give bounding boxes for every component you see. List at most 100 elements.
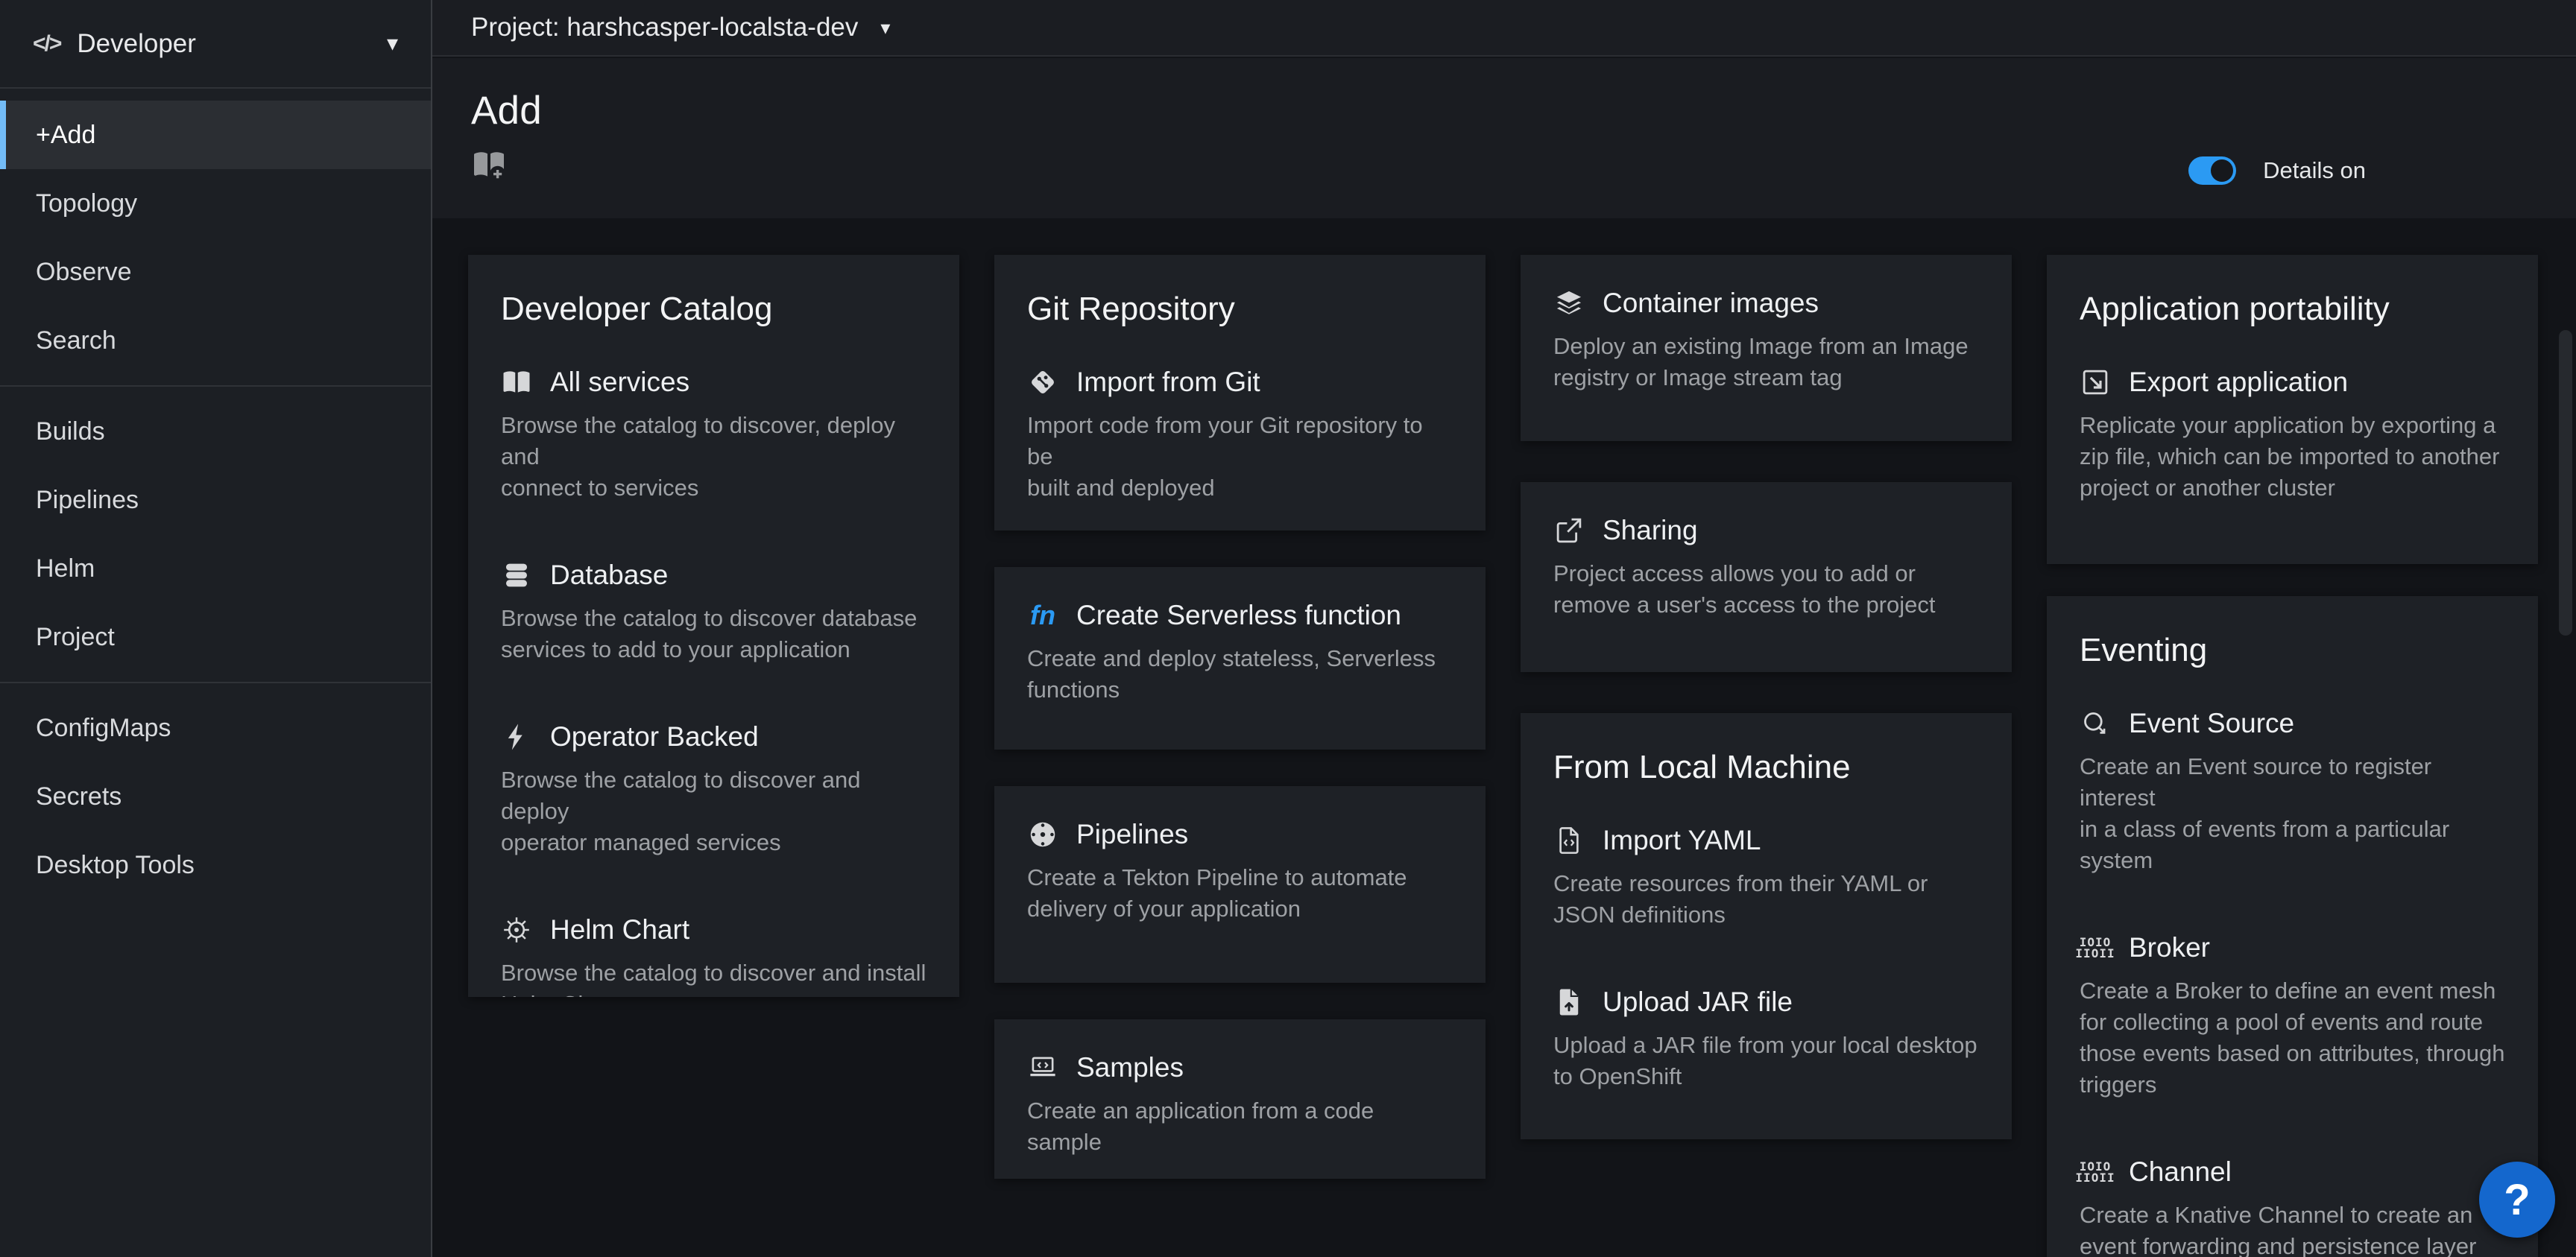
list-item: Export application Replicate your applic… xyxy=(2080,367,2505,504)
add-item-sharing[interactable]: Sharing xyxy=(1553,515,1979,546)
scrollbar-thumb[interactable] xyxy=(2559,330,2572,636)
list-item: Helm Chart Browse the catalog to discove… xyxy=(501,914,926,997)
add-item-channel[interactable]: IOIOIIOII Channel xyxy=(2080,1156,2505,1188)
item-title: Event Source xyxy=(2129,708,2294,739)
project-selector[interactable]: Project: harshcasper-localsta-dev ▾ xyxy=(471,13,890,42)
card-eventing: Eventing Event Source xyxy=(2047,596,2538,1257)
item-description: Browse the catalog to discover and deplo… xyxy=(501,764,926,858)
card-title: Developer Catalog xyxy=(501,291,926,328)
add-item-broker[interactable]: IOIOIIOII Broker xyxy=(2080,932,2505,963)
add-item-helm-chart[interactable]: Helm Chart xyxy=(501,914,926,946)
item-title: Database xyxy=(550,560,668,591)
card-pipelines: Pipelines Create a Tekton Pipeline to au… xyxy=(994,786,1486,983)
card-column-1: Developer Catalog All services Browse th… xyxy=(468,255,959,1257)
add-item-event-source[interactable]: Event Source xyxy=(2080,708,2505,739)
main-area: Project: harshcasper-localsta-dev ▾ Add … xyxy=(432,0,2576,1257)
sidebar-item-label: Pipelines xyxy=(36,486,139,515)
item-title: Pipelines xyxy=(1076,819,1188,850)
list-item: Sharing Project access allows you to add… xyxy=(1553,515,1979,621)
sidebar-divider xyxy=(0,385,431,387)
export-icon xyxy=(2080,367,2111,398)
sidebar-item-label: Builds xyxy=(36,417,105,446)
sidebar-item-label: Search xyxy=(36,326,116,355)
database-icon xyxy=(501,560,532,591)
item-description: Create a Broker to define an event mesh … xyxy=(2080,975,2505,1101)
sidebar-item-builds[interactable]: Builds xyxy=(0,397,431,466)
item-description: Create and deploy stateless, Serverless … xyxy=(1027,643,1453,706)
card-container-images: Container images Deploy an existing Imag… xyxy=(1521,255,2012,441)
item-description: Create resources from their YAML or JSON… xyxy=(1553,868,1979,931)
book-plus-icon[interactable] xyxy=(471,147,507,183)
item-title: Import from Git xyxy=(1076,367,1260,398)
sidebar-item-configmaps[interactable]: ConfigMaps xyxy=(0,694,431,762)
list-item: Samples Create an application from a cod… xyxy=(1027,1052,1453,1158)
card-sharing: Sharing Project access allows you to add… xyxy=(1521,482,2012,672)
sidebar-item-observe[interactable]: Observe xyxy=(0,238,431,306)
sidebar-item-label: ConfigMaps xyxy=(36,714,171,743)
sidebar-item-helm[interactable]: Helm xyxy=(0,534,431,603)
sidebar-item-project[interactable]: Project xyxy=(0,603,431,671)
sidebar-item-topology[interactable]: Topology xyxy=(0,169,431,238)
add-item-import-yaml[interactable]: Import YAML xyxy=(1553,825,1979,856)
help-button[interactable]: ? xyxy=(2479,1162,2555,1238)
item-description: Project access allows you to add or remo… xyxy=(1553,558,1979,621)
sidebar-item-label: Helm xyxy=(36,554,95,583)
details-toggle: Details on xyxy=(2188,156,2366,185)
add-item-export-application[interactable]: Export application xyxy=(2080,367,2505,398)
sidebar-item-pipelines[interactable]: Pipelines xyxy=(0,466,431,534)
details-toggle-switch[interactable] xyxy=(2188,156,2236,185)
event-source-icon xyxy=(2080,708,2111,739)
list-item: IOIOIIOII Channel Create a Knative Chann… xyxy=(2080,1156,2505,1257)
add-item-all-services[interactable]: All services xyxy=(501,367,926,398)
sidebar-item-label: Project xyxy=(36,623,115,652)
add-item-import-from-git[interactable]: Import from Git xyxy=(1027,367,1453,398)
item-title: Channel xyxy=(2129,1156,2232,1188)
add-item-pipelines[interactable]: Pipelines xyxy=(1027,819,1453,850)
card-application-portability: Application portability Export applicati… xyxy=(2047,255,2538,564)
laptop-code-icon xyxy=(1027,1052,1058,1083)
item-description: Create a Knative Channel to create an ev… xyxy=(2080,1200,2505,1257)
helm-icon xyxy=(501,914,532,946)
card-title: Application portability xyxy=(2080,291,2505,328)
list-item: All services Browse the catalog to disco… xyxy=(501,367,926,504)
item-title: Container images xyxy=(1603,288,1819,319)
card-developer-catalog: Developer Catalog All services Browse th… xyxy=(468,255,959,997)
card-git-repository: Git Repository xyxy=(994,255,1486,531)
card-from-local-machine: From Local Machine Im xyxy=(1521,713,2012,1139)
item-description: Browse the catalog to discover, deploy a… xyxy=(501,410,926,504)
add-page-content: Developer Catalog All services Browse th… xyxy=(432,218,2576,1257)
item-description: Create an application from a code sample xyxy=(1027,1095,1453,1158)
add-item-container-images[interactable]: Container images xyxy=(1553,288,1979,319)
add-item-database[interactable]: Database xyxy=(501,560,926,591)
sidebar-item-secrets[interactable]: Secrets xyxy=(0,762,431,831)
add-item-operator-backed[interactable]: Operator Backed xyxy=(501,721,926,753)
sidebar-item-add[interactable]: +Add xyxy=(0,101,431,169)
item-title: Sharing xyxy=(1603,515,1698,546)
card-serverless-function: fn Create Serverless function Create and… xyxy=(994,567,1486,750)
item-description: Browse the catalog to discover and insta… xyxy=(501,957,926,997)
page-header: Add Details on xyxy=(432,58,2576,218)
perspective-label: Developer xyxy=(77,29,387,59)
question-mark-icon: ? xyxy=(2504,1176,2530,1224)
sidebar: </> Developer ▾ +Add Topology Observe Se… xyxy=(0,0,432,1257)
card-samples: Samples Create an application from a cod… xyxy=(994,1019,1486,1179)
binary-icon: IOIOIIOII xyxy=(2080,932,2111,963)
sidebar-nav: +Add Topology Observe Search Builds Pipe… xyxy=(0,89,431,899)
list-item: Operator Backed Browse the catalog to di… xyxy=(501,721,926,858)
perspective-switcher[interactable]: </> Developer ▾ xyxy=(0,0,431,87)
add-item-upload-jar-file[interactable]: Upload JAR file xyxy=(1553,987,1979,1018)
bolt-icon xyxy=(501,721,532,753)
list-item: Database Browse the catalog to discover … xyxy=(501,560,926,665)
card-title: From Local Machine xyxy=(1553,749,1979,786)
add-item-samples[interactable]: Samples xyxy=(1027,1052,1453,1083)
sidebar-item-label: +Add xyxy=(36,121,95,150)
card-title: Git Repository xyxy=(1027,291,1453,328)
code-icon: </> xyxy=(33,31,60,57)
sidebar-item-desktop-tools[interactable]: Desktop Tools xyxy=(0,831,431,899)
details-toggle-label: Details on xyxy=(2263,157,2366,184)
context-selector-bar: Project: harshcasper-localsta-dev ▾ xyxy=(432,0,2576,57)
sidebar-item-search[interactable]: Search xyxy=(0,306,431,375)
sidebar-item-label: Observe xyxy=(36,258,132,287)
add-item-create-serverless-function[interactable]: fn Create Serverless function xyxy=(1027,600,1453,631)
file-code-icon xyxy=(1553,825,1585,856)
